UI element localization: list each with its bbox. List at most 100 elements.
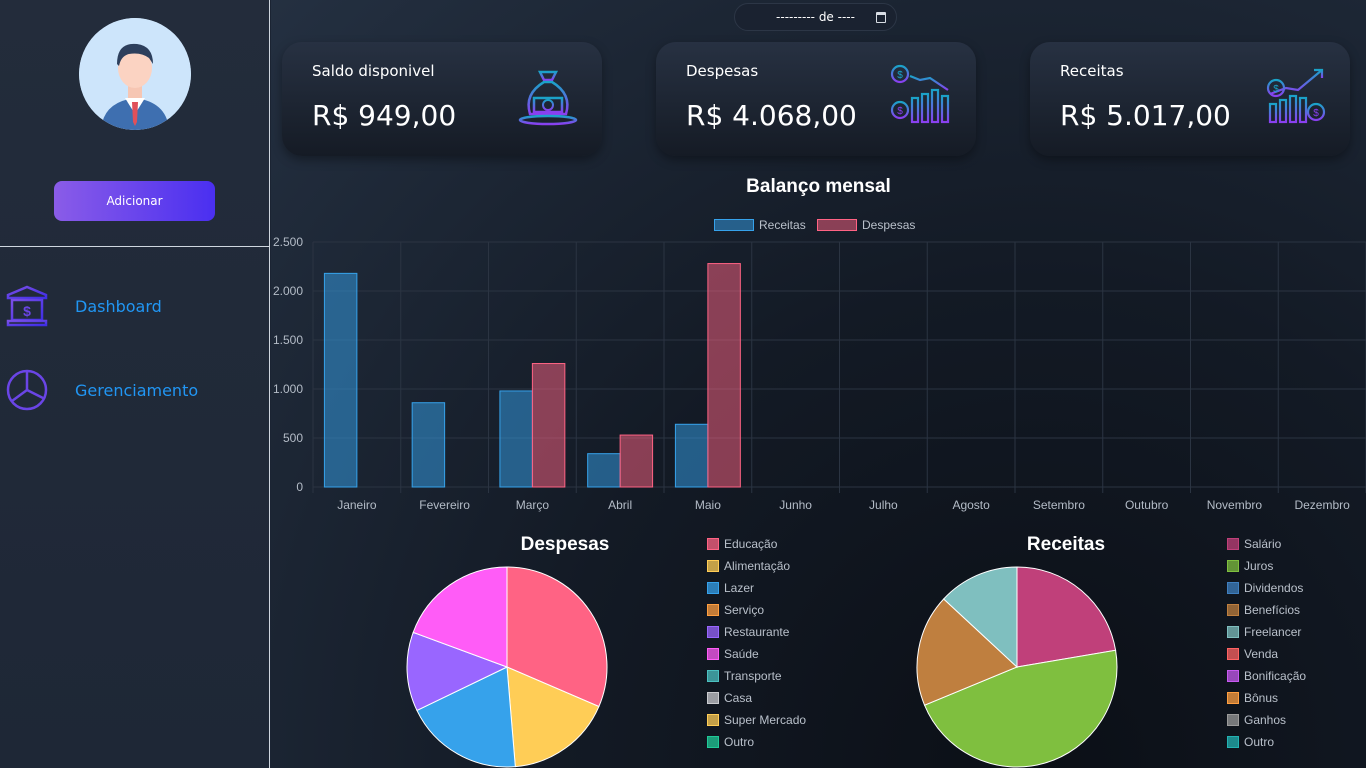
money-bag-icon [518,70,578,126]
svg-text:$: $ [23,303,31,319]
card-despesas: Despesas R$ 4.068,00 $ $ [656,42,976,156]
legend-item[interactable]: Outro [707,735,754,749]
legend-swatch [707,560,719,572]
legend-item[interactable]: Transporte [707,669,782,683]
legend-swatch [1227,560,1239,572]
x-tick-label: Novembro [1207,498,1263,512]
legend-swatch [707,736,719,748]
x-tick-label: Fevereiro [419,498,470,512]
pie-receitas-chart [916,566,1118,768]
pie-slice[interactable] [1016,566,1117,668]
card-value: R$ 949,00 [312,99,457,132]
legend-swatch [1227,626,1239,638]
legend-item[interactable]: Serviço [707,603,764,617]
bar-despesas[interactable] [531,363,566,488]
svg-text:$: $ [1313,108,1319,119]
legend-item[interactable]: Ganhos [1227,713,1286,727]
legend-swatch [707,670,719,682]
bar-receitas[interactable] [411,402,446,488]
card-title: Receitas [1060,62,1124,80]
legend-item[interactable]: Saúde [707,647,759,661]
main-content: --------- de ---- Saldo disponivel R$ 94… [271,0,1366,768]
pie-despesas-chart [406,566,608,768]
add-button[interactable]: Adicionar [54,181,215,221]
legend-item[interactable]: Restaurante [707,625,789,639]
card-value: R$ 5.017,00 [1060,99,1231,132]
x-tick-label: Julho [869,498,898,512]
svg-text:$: $ [897,106,903,117]
calendar-icon[interactable] [876,12,886,23]
expenses-chart-icon: $ $ [890,64,950,124]
sidebar-divider [0,246,270,247]
y-tick-label: 2.000 [273,284,303,298]
legend-label: Educação [724,537,778,551]
legend-item[interactable]: Freelancer [1227,625,1301,639]
legend-label: Outro [724,735,755,749]
y-tick-label: 2.500 [273,235,303,249]
legend-item[interactable]: Salário [1227,537,1281,551]
legend-label: Ganhos [1244,713,1287,727]
svg-text:$: $ [897,70,903,81]
bar-receitas[interactable] [323,272,358,488]
legend-item[interactable]: Bônus [1227,691,1278,705]
y-tick-label: 500 [283,431,303,445]
legend-label: Juros [1244,559,1274,573]
x-tick-label: Agosto [952,498,990,512]
x-tick-label: Dezembro [1294,498,1350,512]
legend-swatch [707,714,719,726]
legend-swatch [1227,538,1239,550]
legend-label: Alimentação [724,559,791,573]
bar-despesas[interactable] [619,434,654,488]
legend-item[interactable]: Dividendos [1227,581,1303,595]
legend-label: Bônus [1244,691,1279,705]
bar-receitas[interactable] [587,453,621,488]
legend-swatch [707,582,719,594]
legend-item[interactable]: Outro [1227,735,1274,749]
legend-label: Outro [1244,735,1275,749]
legend-swatch [707,604,719,616]
legend-item[interactable]: Benefícios [1227,603,1300,617]
nav-item-gerenciamento[interactable]: Gerenciamento [0,365,270,415]
legend-swatch [707,648,719,660]
legend-item[interactable]: Lazer [707,581,754,595]
nav-label-gerenciamento: Gerenciamento [75,380,199,400]
nav-item-dashboard[interactable]: $ Dashboard [0,281,270,331]
legend-label: Bonificação [1244,669,1307,683]
legend-swatch [1227,736,1239,748]
legend-item[interactable]: Alimentação [707,559,790,573]
legend-label: Lazer [724,581,755,595]
x-tick-label: Abril [608,498,632,512]
card-title: Despesas [686,62,759,80]
x-tick-label: Outubro [1125,498,1169,512]
card-title: Saldo disponivel [312,62,435,80]
legend-swatch [1227,692,1239,704]
legend-label: Benefícios [1244,603,1301,617]
bar-receitas[interactable] [674,423,709,488]
bank-icon: $ [4,283,50,329]
month-date-input[interactable]: --------- de ---- [734,3,897,31]
legend-item[interactable]: Super Mercado [707,713,806,727]
legend-label: Dividendos [1244,581,1304,595]
x-tick-label: Junho [779,498,812,512]
pie-despesas-title: Despesas [520,534,610,555]
y-tick-label: 1.500 [273,333,303,347]
legend-swatch [707,626,719,638]
x-tick-label: Maio [695,498,721,512]
legend-item[interactable]: Juros [1227,559,1273,573]
pie-chart-icon [4,367,50,413]
legend-item[interactable]: Venda [1227,647,1278,661]
y-tick-label: 0 [296,480,303,494]
legend-item[interactable]: Casa [707,691,752,705]
bar-despesas[interactable] [707,263,741,488]
bar-chart: 0 500 1.000 1.500 2.000 2.500 Janeiro Fevereiro… [273,235,1366,512]
legend-swatch [1227,670,1239,682]
card-value: R$ 4.068,00 [686,99,857,132]
legend-item[interactable]: Bonificação [1227,669,1306,683]
bar-receitas[interactable] [499,390,533,488]
sidebar: Adicionar $ Dashboard Gerenciamento [0,0,270,768]
x-tick-label: Setembro [1033,498,1085,512]
legend-label: Restaurante [724,625,790,639]
legend-item[interactable]: Educação [707,537,777,551]
card-saldo: Saldo disponivel R$ 949,00 [282,42,602,156]
legend-swatch [707,692,719,704]
